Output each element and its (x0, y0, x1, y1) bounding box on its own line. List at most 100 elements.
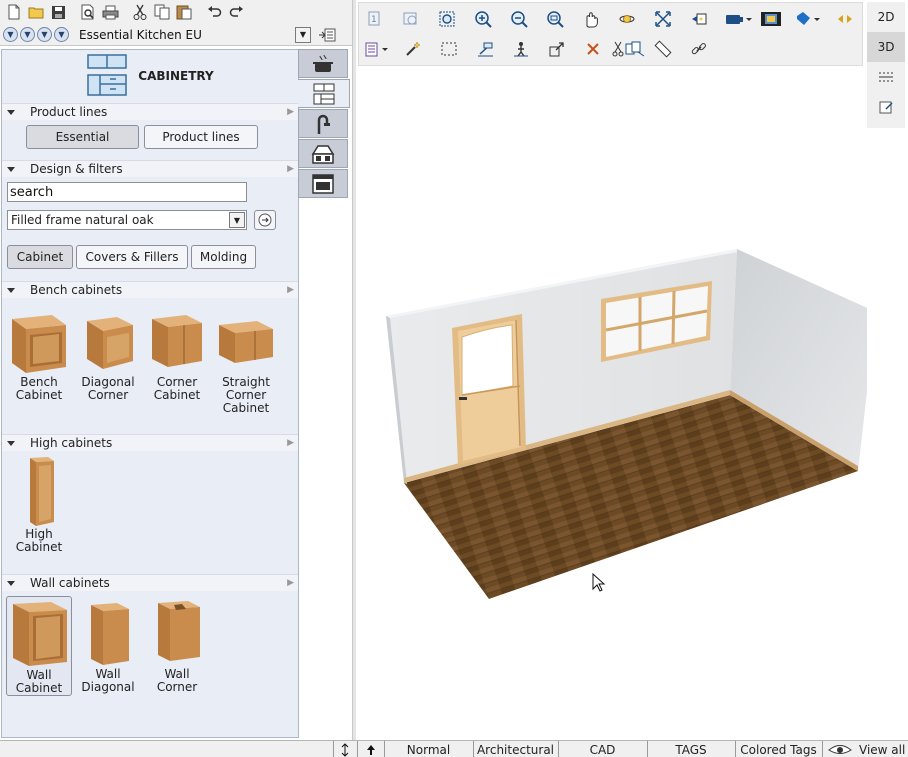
mode-architectural[interactable]: Architectural (473, 741, 557, 757)
cooking-pot-icon (313, 54, 333, 72)
ruler-icon[interactable] (651, 37, 675, 61)
zoom-out-icon[interactable] (507, 7, 531, 31)
corner-cabinet-item[interactable]: Corner Cabinet (144, 304, 210, 402)
link-icon[interactable] (687, 37, 711, 61)
section-high-cabinets[interactable]: High cabinets ▶ (2, 434, 298, 451)
chevron-down-icon[interactable]: ▼ (229, 212, 245, 228)
section-bench-cabinets[interactable]: Bench cabinets ▶ (2, 281, 298, 298)
section-label: Bench cabinets (30, 283, 123, 297)
collapse-triangle-icon[interactable] (7, 166, 15, 172)
camera-dropdown-icon[interactable] (723, 7, 753, 31)
high-cabinet-thumbnail (6, 456, 72, 528)
note-edit-icon[interactable] (867, 92, 905, 122)
diagonal-corner-item[interactable]: Diagonal Corner (75, 304, 141, 402)
undo-icon[interactable] (204, 2, 224, 22)
arrows-lr-icon[interactable] (833, 7, 857, 31)
library-manager-icon[interactable] (317, 26, 337, 44)
chevron-down-icon[interactable]: ▼ (295, 26, 311, 43)
layers-dropdown-icon[interactable] (363, 37, 393, 61)
tab-hoods[interactable] (298, 139, 348, 168)
section-design-filters[interactable]: Design & filters ▶ (2, 160, 298, 177)
eye-icon (828, 745, 852, 754)
bench-cabinet-thumbnail (6, 304, 72, 376)
view-3d-button[interactable]: 3D (867, 32, 905, 62)
library-select[interactable]: Essential Kitchen EU ▼ (79, 26, 311, 44)
dimension-icon[interactable] (473, 37, 497, 61)
fit-all-icon[interactable] (651, 7, 675, 31)
zoom-in-icon[interactable] (471, 7, 495, 31)
select-box-icon[interactable] (437, 37, 461, 61)
section-product-lines[interactable]: Product lines ▶ (2, 103, 298, 120)
panel-splitter[interactable] (352, 0, 356, 740)
molding-button[interactable]: Molding (191, 245, 256, 269)
collapse-triangle-icon[interactable] (7, 440, 15, 446)
download-icon[interactable]: ▼ (54, 27, 69, 42)
delete-icon[interactable] (581, 37, 605, 61)
open-icon[interactable] (26, 2, 46, 22)
search-input[interactable] (7, 182, 247, 202)
view-all-button[interactable]: View all (822, 741, 908, 757)
magic-wand-icon[interactable] (401, 37, 425, 61)
cabinet-filter-button[interactable]: Cabinet (7, 245, 73, 269)
resize-vertical-icon[interactable] (333, 741, 355, 757)
cabinet-icon (313, 83, 334, 104)
save-icon[interactable] (48, 2, 68, 22)
mode-tags[interactable]: TAGS (647, 741, 734, 757)
print-icon[interactable] (100, 2, 120, 22)
wall-diagonal-thumbnail (75, 596, 141, 668)
measure-person-icon[interactable] (509, 37, 533, 61)
mode-normal[interactable]: Normal (384, 741, 472, 757)
item-label: Corner Cabinet (153, 375, 201, 402)
new-icon[interactable] (4, 2, 24, 22)
wall-diagonal-item[interactable]: Wall Diagonal (75, 596, 141, 694)
walk-camera-icon[interactable] (687, 7, 711, 31)
tab-ovens[interactable] (298, 169, 348, 198)
scale-icon[interactable] (545, 37, 569, 61)
zoom-page-icon[interactable]: 1 (363, 7, 387, 31)
high-cabinet-item[interactable]: High Cabinet (6, 456, 72, 554)
download-icon[interactable]: ▼ (37, 27, 52, 42)
item-label: Wall Cabinet (15, 668, 63, 695)
download-icon[interactable]: ▼ (3, 27, 18, 42)
product-lines-button[interactable]: Product lines (144, 125, 258, 149)
straight-corner-cabinet-item[interactable]: Straight Corner Cabinet (213, 304, 279, 415)
collapse-triangle-icon[interactable] (7, 580, 15, 586)
cut-paste-icon[interactable] (611, 37, 647, 61)
tab-cabinetry[interactable] (298, 79, 350, 108)
arrow-up-icon[interactable] (357, 741, 383, 757)
collapse-triangle-icon[interactable] (7, 287, 15, 293)
download-icon[interactable]: ▼ (20, 27, 35, 42)
view-2d-button[interactable]: 2D (867, 2, 905, 32)
zoom-window-icon[interactable] (543, 7, 567, 31)
tab-appliances[interactable] (298, 49, 348, 78)
bench-cabinet-item[interactable]: Bench Cabinet (6, 304, 72, 402)
wall-corner-item[interactable]: Wall Corner (144, 596, 210, 694)
copy-icon[interactable] (152, 2, 172, 22)
covers-fillers-button[interactable]: Covers & Fillers (76, 245, 188, 269)
paste-icon[interactable] (174, 2, 194, 22)
mode-cad[interactable]: CAD (558, 741, 646, 757)
collapse-triangle-icon[interactable] (7, 109, 15, 115)
door[interactable] (452, 314, 526, 465)
pan-hand-icon[interactable] (579, 7, 603, 31)
render-tag-dropdown-icon[interactable] (793, 7, 823, 31)
chevron-right-icon: ▶ (287, 578, 294, 588)
film-icon[interactable] (759, 7, 783, 31)
wall-cabinet-item[interactable]: Wall Cabinet (6, 596, 72, 696)
zoom-selection-icon[interactable] (399, 7, 423, 31)
style-select[interactable]: Filled frame natural oak ▼ (7, 210, 247, 230)
corner-cabinet-thumbnail (144, 304, 210, 376)
section-line-icon[interactable] (867, 62, 905, 92)
redo-icon[interactable] (226, 2, 246, 22)
3d-viewport[interactable] (357, 68, 876, 738)
section-wall-cabinets[interactable]: Wall cabinets ▶ (2, 574, 298, 591)
apply-filter-button[interactable] (254, 210, 276, 230)
orbit-icon[interactable] (615, 7, 639, 31)
print-preview-icon[interactable] (78, 2, 98, 22)
cut-icon[interactable] (130, 2, 150, 22)
tab-plumbing[interactable] (298, 109, 348, 138)
chevron-right-icon: ▶ (287, 107, 294, 117)
mode-colored-tags[interactable]: Colored Tags (735, 741, 821, 757)
zoom-extents-icon[interactable] (435, 7, 459, 31)
essential-button[interactable]: Essential (26, 125, 139, 149)
